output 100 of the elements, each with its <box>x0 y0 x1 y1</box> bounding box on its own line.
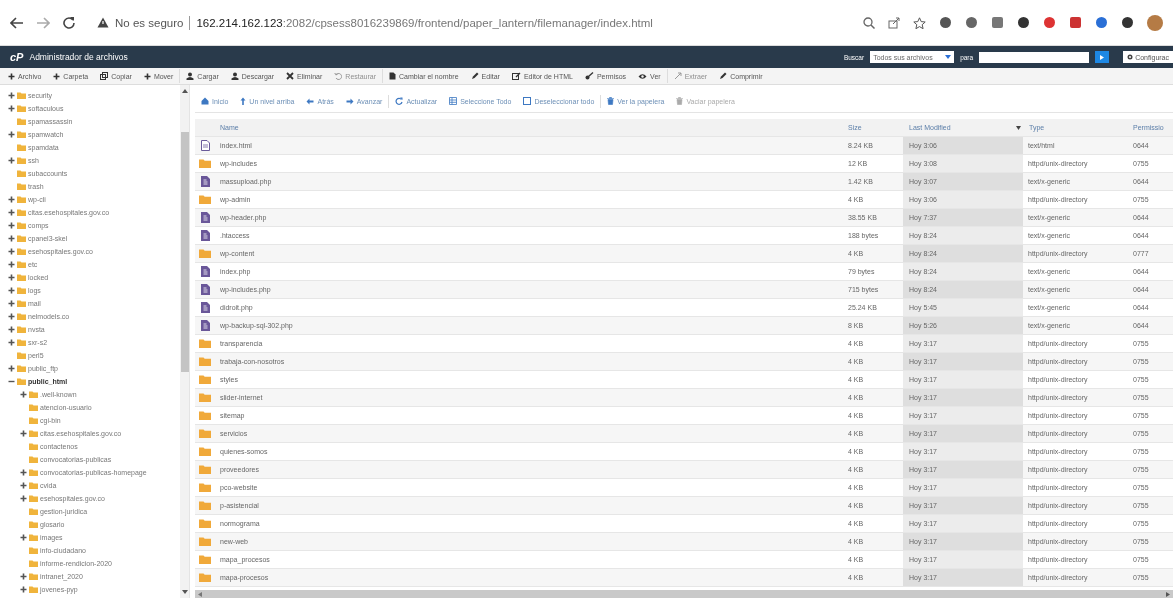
pencil-icon <box>470 72 479 80</box>
plus-icon <box>20 390 27 398</box>
pencil-icon <box>719 72 728 80</box>
person-icon <box>186 72 195 80</box>
folder-icon <box>199 537 211 546</box>
plus-icon <box>143 72 151 80</box>
file-icon <box>200 284 210 295</box>
plus-icon <box>8 338 15 346</box>
file-icon <box>200 212 210 223</box>
file-icon <box>200 230 210 241</box>
folder-icon <box>199 447 211 456</box>
folder-icon <box>199 375 211 384</box>
expand-icon <box>673 72 682 80</box>
plus-icon <box>8 234 15 242</box>
warning-icon <box>97 17 109 28</box>
avatar-icon <box>1147 14 1163 31</box>
file-icon <box>200 320 210 331</box>
app-title: Administrador de archivos <box>29 52 128 62</box>
folder-icon <box>199 393 211 402</box>
extension-icon <box>1043 16 1056 29</box>
refresh-icon <box>395 97 404 105</box>
folder-icon <box>199 249 211 258</box>
key-icon <box>584 72 594 80</box>
plus-icon <box>8 208 15 216</box>
folder-icon <box>199 483 211 492</box>
plus-icon <box>20 572 27 580</box>
extension-icon <box>1069 16 1082 29</box>
search-button[interactable] <box>1095 51 1110 63</box>
plus-icon <box>8 299 15 307</box>
star-icon <box>913 16 926 29</box>
home-icon <box>201 97 209 105</box>
folder-icon <box>199 501 211 510</box>
arrow-up-icon <box>240 97 247 105</box>
folder-icon <box>199 555 211 564</box>
arrow-right-icon <box>345 97 354 105</box>
scroll-up-icon <box>181 89 188 93</box>
plus-icon <box>20 468 27 476</box>
arrow-left-icon <box>306 97 315 105</box>
folder-icon <box>199 159 211 168</box>
extension-icon <box>991 16 1004 29</box>
scroll-down-icon <box>181 590 188 594</box>
plus-icon <box>8 156 15 164</box>
zoom-icon <box>863 16 875 29</box>
plus-icon <box>20 494 27 502</box>
plus-icon <box>8 91 15 99</box>
edit-icon <box>511 72 521 80</box>
folder-icon <box>199 357 211 366</box>
address-bar-url[interactable]: 162.214.162.123:2082/cpsess8016239869/frontend/paper_lantern/filemanager/index.html <box>196 16 653 29</box>
trash-icon <box>607 97 615 105</box>
folder-icon <box>199 339 211 348</box>
plus-icon <box>8 286 15 294</box>
eye-icon <box>638 72 648 80</box>
copy-icon <box>100 72 109 80</box>
settings-icon <box>1127 54 1134 60</box>
grid-icon <box>449 97 458 105</box>
plus-icon <box>20 481 27 489</box>
plus-icon <box>8 130 15 138</box>
app-logo: cP <box>10 51 24 63</box>
scroll-right-icon <box>1166 591 1170 597</box>
horizontal-scrollbar[interactable] <box>195 590 1173 598</box>
extension-icon <box>1121 16 1134 29</box>
extension-icon <box>965 16 978 29</box>
person-icon <box>230 72 239 80</box>
plus-icon <box>20 429 27 437</box>
plus-icon <box>20 533 27 541</box>
extension-icon <box>1017 16 1030 29</box>
plus-icon <box>8 247 15 255</box>
caret-icon <box>945 55 952 59</box>
security-status[interactable]: No es seguro <box>115 16 184 29</box>
reload-icon <box>62 16 75 29</box>
folder-icon <box>199 519 211 528</box>
folder-icon <box>199 411 211 420</box>
plus-icon <box>53 72 61 80</box>
plus-icon <box>8 273 15 281</box>
extension-icon <box>939 16 952 29</box>
document-icon <box>200 140 210 151</box>
arrow-right-icon <box>1100 54 1105 60</box>
plus-icon <box>8 312 15 320</box>
plus-icon <box>8 260 15 268</box>
folder-icon <box>199 573 211 582</box>
scroll-left-icon <box>198 591 202 597</box>
undo-icon <box>334 72 343 80</box>
close-icon <box>286 72 295 80</box>
folder-icon <box>199 429 211 438</box>
plus-icon <box>8 325 15 333</box>
checkbox-icon <box>523 97 532 105</box>
plus-icon <box>8 221 15 229</box>
back-icon <box>10 16 24 29</box>
file-icon <box>389 72 397 80</box>
plus-icon <box>20 585 27 593</box>
file-icon <box>200 302 210 313</box>
trash-icon <box>676 97 684 105</box>
search-field[interactable] <box>979 51 1090 63</box>
vertical-scrollbar[interactable] <box>180 85 189 598</box>
extension-icon <box>1095 16 1108 29</box>
folder-icon <box>199 195 211 204</box>
plus-icon <box>8 104 15 112</box>
share-icon <box>888 16 900 29</box>
forward-icon <box>36 16 50 29</box>
plus-icon <box>8 364 15 372</box>
